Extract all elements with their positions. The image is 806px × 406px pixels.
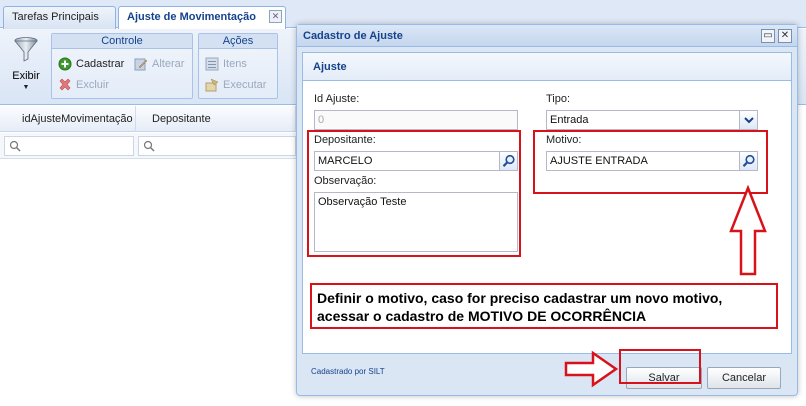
itens-button[interactable]: Itens [203,55,247,73]
highlight-save-button [619,349,701,384]
highlight-depositante-observacao [307,130,521,257]
chevron-down-icon: ▼ [22,84,30,91]
execute-icon [205,78,219,92]
right-arrow-annotation-icon [564,350,619,388]
tab-tarefas-principais[interactable]: Tarefas Principais [3,6,116,29]
dropdown-trigger[interactable] [739,111,757,129]
itens-label: Itens [223,58,247,70]
tipo-value: Entrada [550,114,589,126]
id-ajuste-label: Id Ajuste: [314,93,360,105]
search-icon [9,140,21,152]
list-icon [205,57,219,71]
exibir-filter-button[interactable]: Exibir ▼ [6,35,46,99]
grid-body [0,160,300,406]
executar-button[interactable]: Executar [203,76,266,94]
column-label: idAjusteMovimentação [22,113,133,125]
acoes-group-title: Ações [199,34,277,49]
tab-label: Tarefas Principais [12,11,99,23]
excluir-label: Excluir [76,79,110,91]
excluir-button[interactable]: Excluir [56,76,109,94]
window-title-text: Cadastro de Ajuste [303,30,403,42]
tab-ajuste-movimentacao[interactable]: Ajuste de Movimentação ✕ [118,6,286,30]
acoes-group: Ações Itens Executar [198,33,278,99]
maximize-icon[interactable]: ▭ [761,29,775,43]
funnel-icon [14,37,38,62]
delete-icon [59,78,71,91]
chevron-down-icon [744,117,754,124]
search-icon [143,140,155,152]
filter-input-depositante[interactable] [138,136,296,156]
controle-group-title: Controle [52,34,192,49]
footer-credit: Cadastrado por SILT [311,367,385,376]
column-header-id[interactable]: idAjusteMovimentação [0,106,136,132]
tipo-label: Tipo: [546,93,571,105]
filter-input-id[interactable] [4,136,134,156]
id-ajuste-field[interactable]: 0 [314,110,518,130]
controle-group: Controle Cadastrar Alterar Excluir [51,33,193,99]
alterar-label: Alterar [152,58,185,70]
note-line-1: Definir o motivo, caso for preciso cadas… [317,290,723,306]
cadastrar-label: Cadastrar [76,58,125,70]
exibir-label: Exibir [12,70,40,82]
tab-label: Ajuste de Movimentação [127,11,256,23]
close-icon[interactable]: ✕ [269,10,282,23]
window-footer: Cadastrado por SILT Salvar Cancelar [297,357,797,395]
executar-label: Executar [223,79,267,91]
column-header-depositante[interactable]: Depositante [136,106,296,132]
up-arrow-annotation-icon [729,185,767,276]
add-icon [58,57,72,71]
tipo-select[interactable]: Entrada [546,110,758,130]
note-line-2: acessar o cadastro de MOTIVO DE OCORRÊNC… [317,308,647,324]
cadastrar-button[interactable]: Cadastrar [56,55,124,73]
edit-icon [134,58,148,71]
column-label: Depositante [152,113,211,125]
grid-header: idAjusteMovimentação Depositante [0,106,300,132]
instruction-note: Definir o motivo, caso for preciso cadas… [310,283,778,329]
alterar-button[interactable]: Alterar [132,55,184,73]
close-icon[interactable]: ✕ [778,29,792,43]
grid-filter-row [0,133,300,159]
window-title[interactable]: Cadastro de Ajuste ▭ ✕ [297,25,797,47]
cancel-button[interactable]: Cancelar [707,367,781,389]
panel-title: Ajuste [303,53,791,81]
